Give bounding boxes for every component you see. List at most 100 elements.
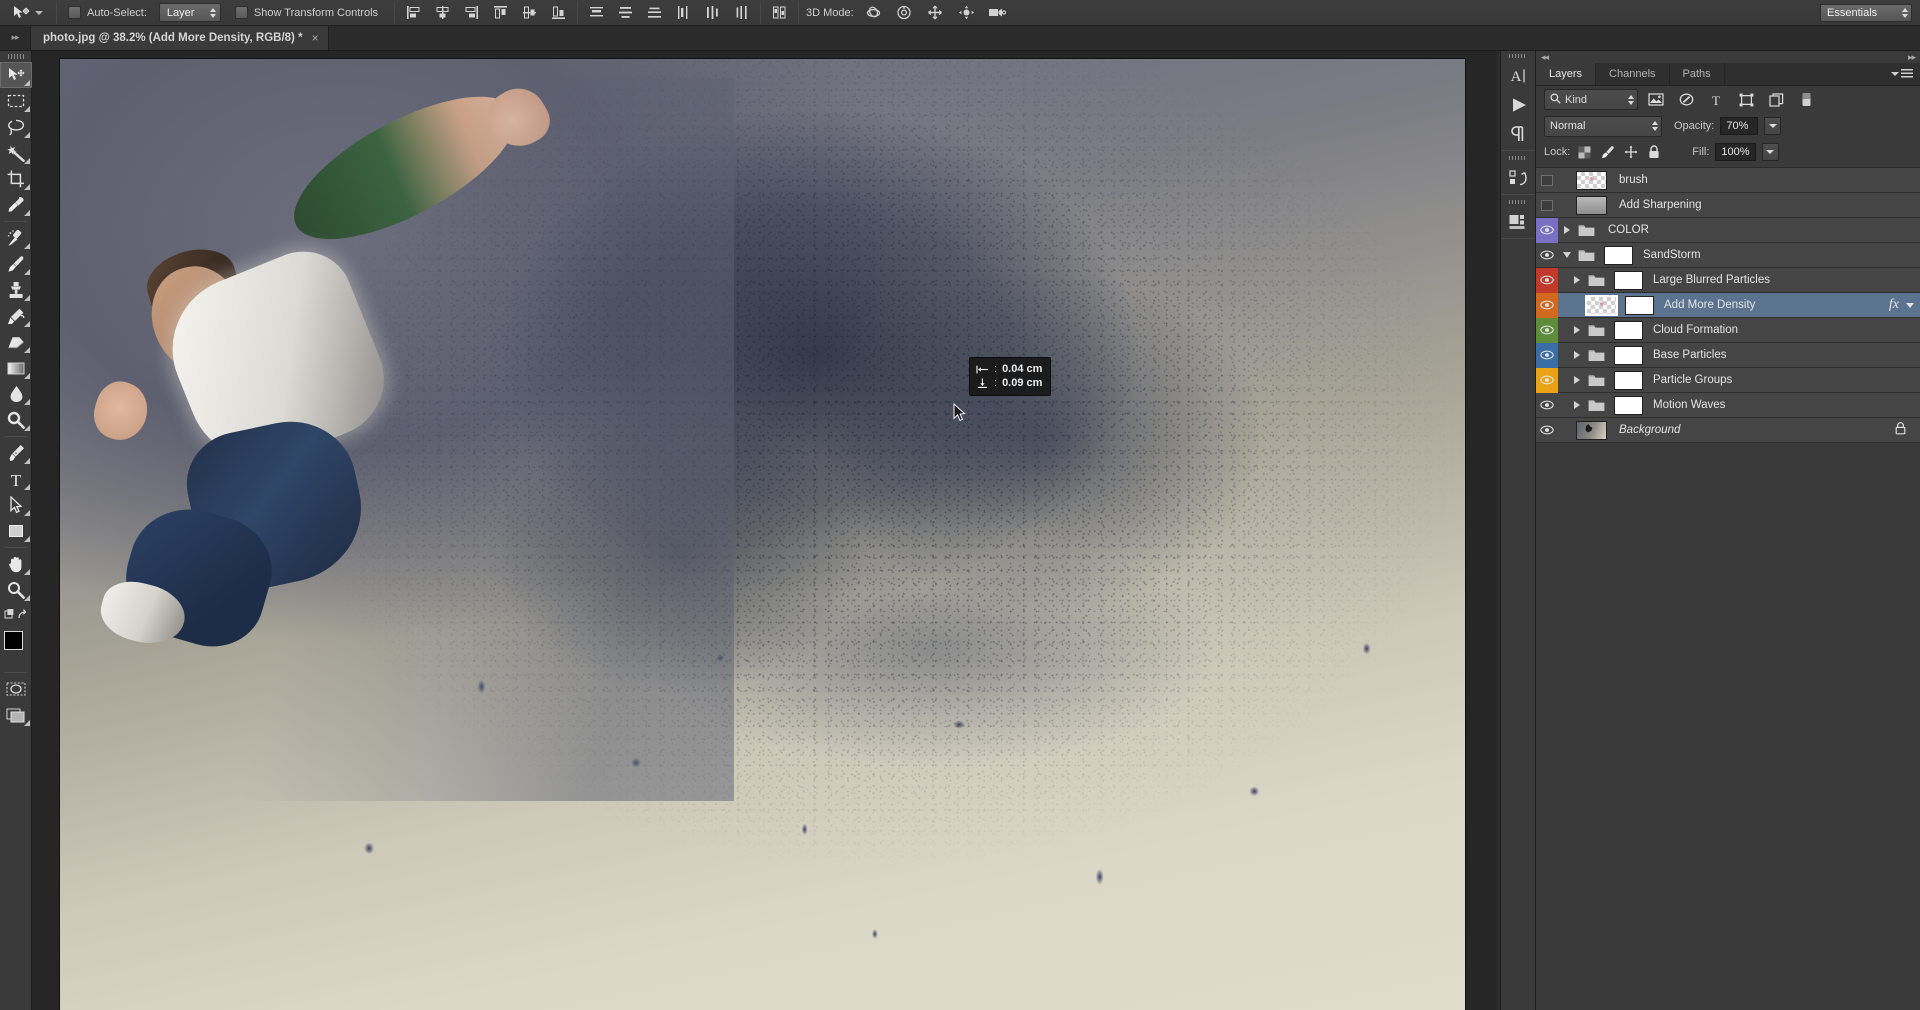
blur-tool[interactable] — [0, 381, 32, 407]
lock-all-icon[interactable] — [1645, 144, 1662, 161]
paragraph-panel-icon[interactable] — [1501, 119, 1537, 148]
layer-row[interactable]: COLOR — [1536, 217, 1920, 243]
layer-visibility-toggle[interactable] — [1536, 418, 1558, 443]
layer-thumbnail[interactable] — [1576, 420, 1607, 440]
group-expand-toggle[interactable] — [1568, 376, 1586, 384]
group-expand-toggle[interactable] — [1558, 226, 1576, 234]
hand-tool[interactable] — [0, 551, 32, 577]
document-canvas[interactable] — [60, 59, 1465, 1010]
zoom-tool[interactable] — [0, 577, 32, 603]
close-icon[interactable]: × — [312, 31, 319, 45]
group-expand-toggle[interactable] — [1568, 401, 1586, 409]
edit-toolbar-button[interactable] — [0, 603, 32, 625]
show-transform-checkbox[interactable] — [234, 6, 248, 19]
roll-3d-icon[interactable] — [893, 2, 916, 23]
layer-row[interactable]: Cloud Formation — [1536, 317, 1920, 343]
layer-row[interactable]: Motion Waves — [1536, 393, 1920, 418]
crop-tool[interactable] — [0, 166, 32, 192]
color-swatches[interactable] — [0, 629, 33, 669]
layer-mask-thumbnail[interactable] — [1614, 395, 1643, 415]
rectangle-tool[interactable] — [0, 518, 32, 544]
layer-thumbnail[interactable] — [1585, 294, 1618, 316]
layer-visibility-toggle[interactable] — [1536, 243, 1558, 268]
align-right-edges-icon[interactable] — [460, 2, 483, 23]
layer-mask-thumbnail[interactable] — [1614, 370, 1643, 390]
layer-visibility-toggle[interactable] — [1536, 393, 1558, 418]
auto-align-layers-icon[interactable] — [768, 2, 791, 23]
group-expand-toggle[interactable] — [1568, 276, 1586, 284]
auto-select-target-dropdown[interactable]: Layer — [158, 3, 221, 22]
layer-row[interactable]: Particle Groups — [1536, 367, 1920, 393]
layer-row[interactable]: Background — [1536, 418, 1920, 443]
filter-toggle-icon[interactable] — [1794, 89, 1818, 110]
tools-panel-grip[interactable] — [0, 51, 31, 62]
filter-shape-layers-icon[interactable] — [1734, 89, 1758, 110]
gradient-tool[interactable] — [0, 355, 32, 381]
opacity-input[interactable]: 70% — [1720, 117, 1759, 135]
align-bottom-edges-icon[interactable] — [547, 2, 570, 23]
foreground-color-swatch[interactable] — [4, 631, 23, 650]
eyedropper-tool[interactable] — [0, 192, 32, 218]
layer-row[interactable]: Base Particles — [1536, 342, 1920, 368]
dodge-tool[interactable] — [0, 407, 32, 433]
chevron-down-icon[interactable] — [35, 10, 43, 15]
layer-row[interactable]: Add More Density fx — [1536, 292, 1920, 318]
change-screen-mode-icon[interactable] — [0, 702, 32, 728]
distribute-left-edges-icon[interactable] — [672, 2, 695, 23]
opacity-stepper[interactable] — [1764, 117, 1782, 135]
layer-visibility-toggle[interactable] — [1536, 168, 1558, 193]
character-panel-icon[interactable]: A — [1501, 61, 1537, 90]
fill-stepper[interactable] — [1761, 143, 1779, 161]
eraser-tool[interactable] — [0, 329, 32, 355]
group-expand-toggle[interactable] — [1558, 252, 1576, 258]
layer-visibility-toggle[interactable] — [1536, 367, 1558, 393]
layer-mask-thumbnail[interactable] — [1614, 320, 1643, 340]
group-expand-toggle[interactable] — [1568, 351, 1586, 359]
history-panel-icon[interactable] — [1501, 163, 1537, 192]
group-expand-toggle[interactable] — [1568, 326, 1586, 334]
align-top-edges-icon[interactable] — [489, 2, 512, 23]
tab-paths[interactable]: Paths — [1670, 63, 1725, 85]
magic-wand-tool[interactable] — [0, 140, 32, 166]
layer-mask-thumbnail[interactable] — [1625, 295, 1654, 315]
distribute-vertical-centers-icon[interactable] — [614, 2, 637, 23]
libraries-panel-icon[interactable] — [1501, 207, 1537, 236]
tab-layers[interactable]: Layers — [1536, 63, 1597, 85]
layer-thumbnail[interactable] — [1576, 195, 1607, 215]
filter-type-layers-icon[interactable]: T — [1704, 89, 1728, 110]
layer-effects-fx-icon[interactable]: fx — [1889, 297, 1903, 313]
tab-channels[interactable]: Channels — [1596, 63, 1670, 85]
distribute-bottom-edges-icon[interactable] — [643, 2, 666, 23]
filter-kind-dropdown[interactable]: Kind — [1544, 89, 1638, 110]
edit-in-quick-mask-icon[interactable] — [0, 676, 32, 702]
lock-position-icon[interactable] — [1622, 144, 1639, 161]
filter-smart-object-icon[interactable] — [1764, 89, 1788, 110]
align-horizontal-centers-icon[interactable] — [431, 2, 454, 23]
layer-row[interactable]: Large Blurred Particles — [1536, 267, 1920, 293]
collapse-dock-right-icon[interactable]: ▸▸ — [1908, 52, 1916, 63]
layer-visibility-toggle[interactable] — [1536, 217, 1558, 243]
layer-visibility-toggle[interactable] — [1536, 317, 1558, 343]
layer-mask-thumbnail[interactable] — [1614, 270, 1643, 290]
lock-transparent-pixels-icon[interactable] — [1576, 144, 1593, 161]
align-left-edges-icon[interactable] — [402, 2, 425, 23]
layer-visibility-toggle[interactable] — [1536, 342, 1558, 368]
filter-adjustment-layers-icon[interactable] — [1674, 89, 1698, 110]
lasso-tool[interactable] — [0, 114, 32, 140]
move-tool[interactable] — [0, 62, 32, 88]
document-tab[interactable]: photo.jpg @ 38.2% (Add More Density, RGB… — [30, 25, 329, 50]
tool-preset-picker[interactable] — [0, 4, 49, 22]
path-selection-tool[interactable] — [0, 492, 32, 518]
type-tool[interactable]: T — [0, 466, 32, 492]
layer-thumbnail[interactable] — [1576, 170, 1607, 190]
pan-3d-icon[interactable] — [924, 2, 947, 23]
layer-row[interactable]: Add Sharpening — [1536, 193, 1920, 218]
layer-mask-thumbnail[interactable] — [1604, 245, 1633, 265]
filter-pixel-layers-icon[interactable] — [1644, 89, 1668, 110]
dock-grip[interactable] — [1501, 197, 1535, 207]
orbit-3d-icon[interactable] — [862, 2, 885, 23]
history-brush-tool[interactable] — [0, 303, 32, 329]
auto-select-checkbox[interactable] — [68, 6, 81, 19]
layer-visibility-toggle[interactable] — [1536, 292, 1558, 318]
spot-healing-brush-tool[interactable] — [0, 225, 32, 251]
